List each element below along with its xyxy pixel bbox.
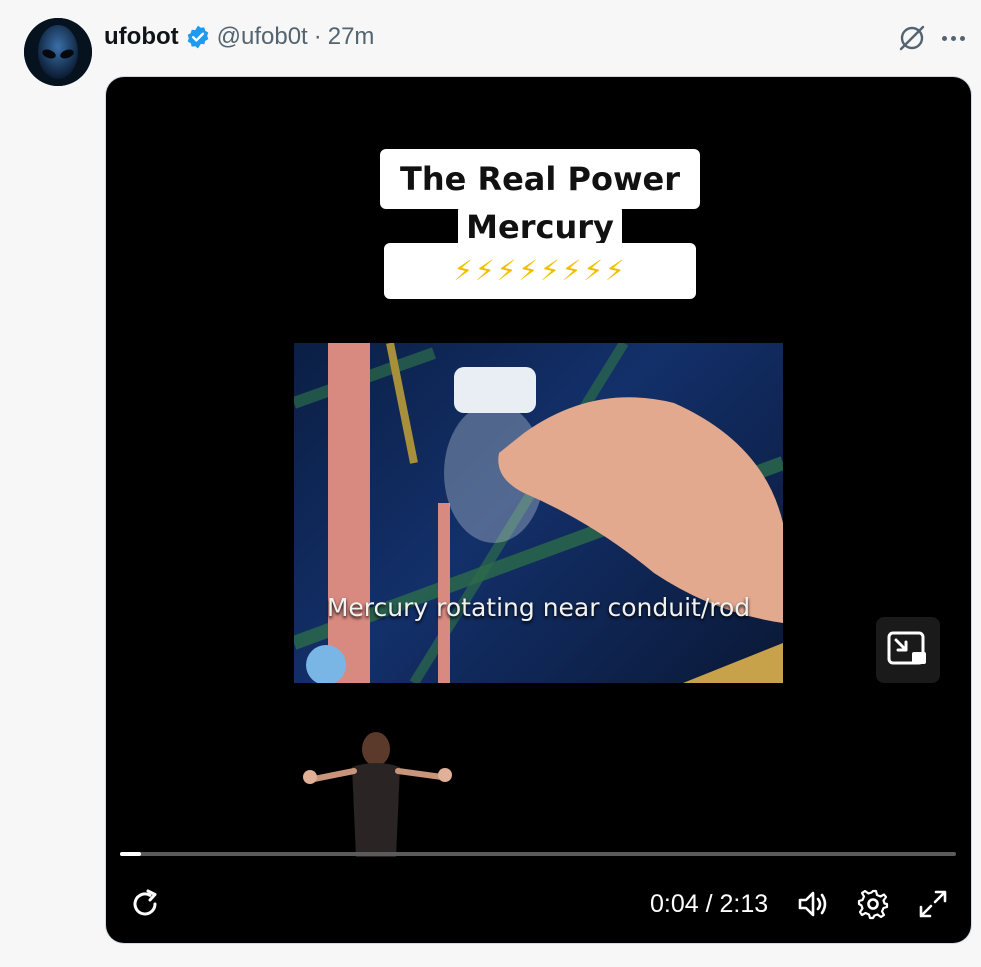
volume-icon [798,891,827,917]
separator: · [313,23,322,50]
video-title-card: The Real Power of Mercury ⚡⚡⚡⚡⚡⚡⚡⚡ [380,149,700,299]
replay-icon [133,889,157,916]
alien-avatar-icon [24,18,92,86]
video-frame: Mercury rotating near conduit/rod [294,343,783,683]
presenter-figure [292,727,462,857]
fullscreen-icon [919,890,947,918]
progress-bar[interactable] [120,852,956,856]
timestamp[interactable]: 27m [328,23,375,51]
post-header: ufobot @ufob0t · 27m [104,20,374,54]
video-title-line1: The Real Power of [380,149,700,258]
fullscreen-button[interactable] [916,887,950,921]
replay-button[interactable] [128,887,162,921]
picture-in-picture-button[interactable] [876,617,940,683]
video-player[interactable]: The Real Power of Mercury ⚡⚡⚡⚡⚡⚡⚡⚡ Mercu… [106,77,971,943]
lightning-emojis: ⚡⚡⚡⚡⚡⚡⚡⚡ [384,243,696,299]
grok-icon[interactable] [896,22,928,54]
picture-in-picture-icon [887,631,926,665]
video-controls: 0:04 / 2:13 [106,877,971,937]
more-icon[interactable] [942,28,972,48]
settings-button[interactable] [856,887,890,921]
verified-badge-icon[interactable] [185,24,211,50]
handle[interactable]: @ufob0t [217,23,308,51]
video-caption: Mercury rotating near conduit/rod [326,593,751,622]
progress-fill [120,852,141,856]
time-display: 0:04 / 2:13 [650,890,769,918]
mercury-scene-image [294,343,783,683]
avatar[interactable] [24,18,92,86]
username[interactable]: ufobot [104,23,179,51]
volume-button[interactable] [796,887,830,921]
gear-icon [857,889,889,920]
